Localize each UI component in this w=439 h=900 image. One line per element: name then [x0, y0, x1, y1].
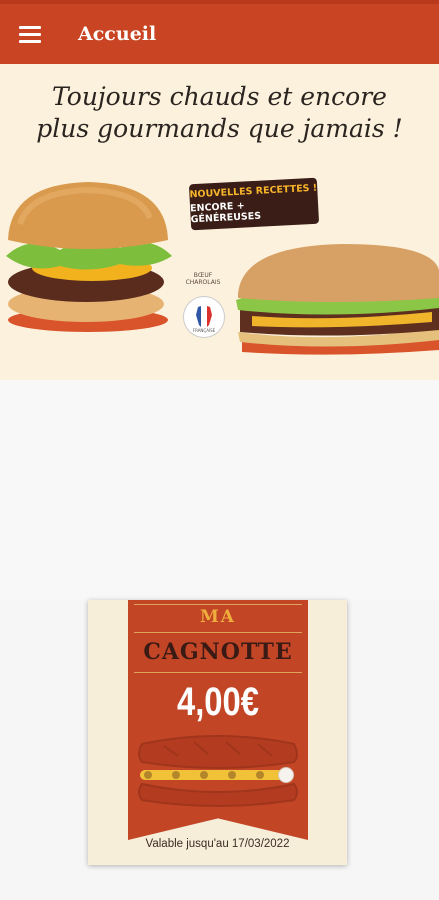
badge-line-2: ENCORE + GÉNÉREUSES	[189, 200, 262, 226]
cagnotte-label-ma: MA	[199, 607, 236, 627]
page-title: Accueil	[78, 23, 157, 45]
sandwich-image	[236, 244, 439, 355]
beef-label-2: CHAROLAIS	[185, 279, 221, 286]
cagnotte-progress-knob	[278, 767, 294, 783]
progress-stop	[144, 771, 152, 779]
app-bar: Accueil	[0, 4, 439, 64]
beef-label-1: BŒUF	[193, 272, 213, 279]
france-flag-icon: FRANÇAISE	[183, 296, 225, 338]
cagnotte-amount: 4,00€	[176, 680, 260, 724]
flag-label: FRANÇAISE	[192, 328, 216, 333]
divider	[134, 632, 302, 633]
slogan-line-1: Toujours chauds et encore	[52, 82, 387, 111]
menu-icon	[19, 26, 41, 43]
promo-banner[interactable]: Toujours chauds et encore plus gourmands…	[0, 64, 439, 380]
cagnotte-label: CAGNOTTE	[143, 639, 293, 665]
progress-stop	[200, 771, 208, 779]
cagnotte-ribbon: MA CAGNOTTE 4,00€	[128, 600, 308, 840]
divider	[134, 672, 302, 673]
cagnotte-card[interactable]: MA CAGNOTTE 4,00€ Valable jusqu'au 17/03…	[88, 600, 347, 865]
content-spacer	[0, 380, 439, 600]
cagnotte-validity: Valable jusqu'au 17/03/2022	[145, 838, 290, 850]
progress-stop	[228, 771, 236, 779]
progress-stop	[256, 771, 264, 779]
new-recipes-badge: NOUVELLES RECETTES ! ENCORE + GÉNÉREUSES	[188, 177, 320, 231]
progress-stop	[172, 771, 180, 779]
burger-image	[6, 182, 172, 332]
cagnotte-progress-track	[140, 770, 290, 780]
menu-button[interactable]	[0, 4, 60, 64]
divider	[134, 604, 302, 605]
beef-label: BŒUF CHAROLAIS	[180, 272, 226, 286]
slogan-line-2: plus gourmands que jamais !	[36, 114, 403, 143]
